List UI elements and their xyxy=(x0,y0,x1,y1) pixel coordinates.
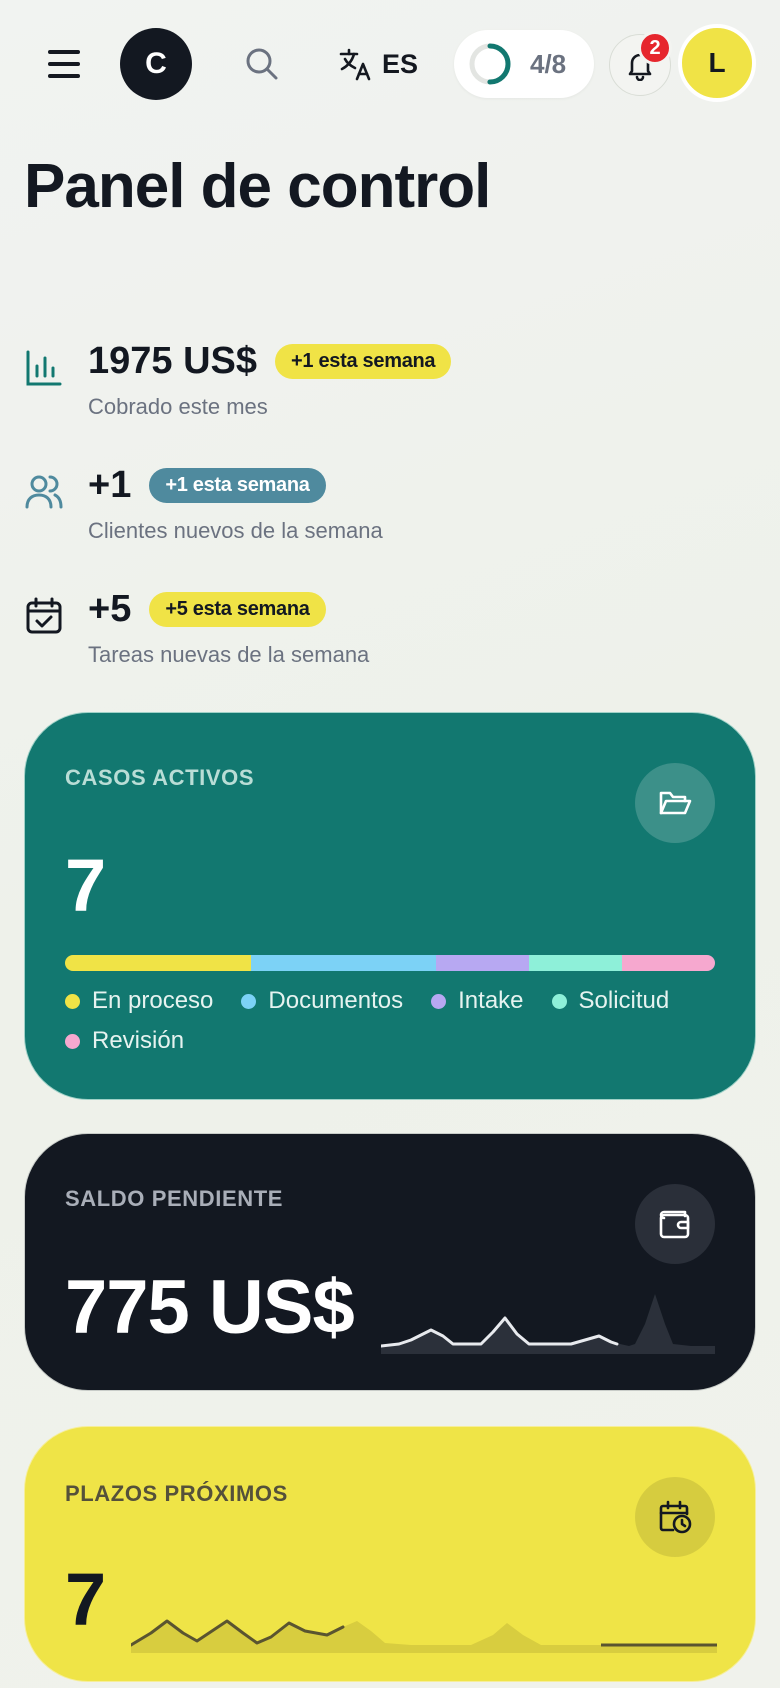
legend-item: Revisión xyxy=(65,1025,184,1057)
top-bar: C ES 4/8 2 L xyxy=(0,0,780,130)
legend-dot xyxy=(431,993,447,1009)
pending-balance-amount: 775 US$ xyxy=(65,1265,355,1350)
stat-chip: +1 esta semana xyxy=(275,344,452,379)
bar-chart-icon xyxy=(26,350,62,386)
app-logo[interactable]: C xyxy=(120,28,192,100)
stat-value: +5 +5 esta semana xyxy=(88,588,326,631)
legend-item: Intake xyxy=(431,985,524,1017)
stat-amount: 1975 US$ xyxy=(88,340,258,382)
wallet-icon xyxy=(659,1210,690,1239)
stat-value: +1 +1 esta semana xyxy=(88,464,326,507)
card-kicker: PLAZOS PRÓXIMOS xyxy=(65,1481,288,1506)
legend-item: Solicitud xyxy=(551,985,670,1017)
folder-open-icon xyxy=(659,791,692,815)
stat-label: Cobrado este mes xyxy=(88,394,268,419)
translate-icon xyxy=(339,48,371,81)
notification-badge: 2 xyxy=(638,31,672,65)
deadlines-sparkline xyxy=(131,1619,717,1653)
status-segment xyxy=(65,955,251,971)
status-legend: En proceso Documentos Intake Solicitud Revis… xyxy=(65,985,725,1057)
legend-item: En proceso xyxy=(65,985,213,1017)
legend-label: Documentos xyxy=(268,987,404,1014)
card-kicker: CASOS ACTIVOS xyxy=(65,765,255,790)
pending-balance-button[interactable] xyxy=(635,1184,715,1264)
language-switcher[interactable]: ES xyxy=(338,44,418,84)
stat-amount: +5 xyxy=(88,588,132,630)
status-segment xyxy=(622,955,715,971)
stat-amount: +1 xyxy=(88,464,132,506)
stat-chip: +5 esta semana xyxy=(149,592,326,627)
active-cases-button[interactable] xyxy=(635,763,715,843)
balance-sparkline xyxy=(381,1294,715,1354)
page-title: Panel de control xyxy=(24,152,491,221)
stat-chip: +1 esta semana xyxy=(149,468,326,503)
menu-icon[interactable] xyxy=(44,46,84,82)
legend-item: Documentos xyxy=(241,985,403,1017)
legend-dot xyxy=(65,993,80,1009)
card-kicker: SALDO PENDIENTE xyxy=(65,1186,284,1211)
progress-indicator[interactable]: 4/8 xyxy=(454,30,594,98)
deadlines-button[interactable] xyxy=(635,1477,715,1557)
stat-collected: 1975 US$ +1 esta semana Cobrado este mes xyxy=(24,340,724,430)
stat-new-tasks: +5 +5 esta semana Tareas nuevas de la se… xyxy=(24,588,724,678)
legend-dot xyxy=(65,1033,80,1049)
notifications-button[interactable]: 2 xyxy=(609,31,672,96)
language-code: ES xyxy=(382,48,419,79)
stat-value: 1975 US$ +1 esta semana xyxy=(88,340,452,383)
legend-label: Solicitud xyxy=(578,987,670,1014)
stat-label: Tareas nuevas de la semana xyxy=(88,642,370,667)
calendar-check-icon xyxy=(26,597,62,634)
stat-label: Clientes nuevos de la semana xyxy=(88,518,383,543)
users-icon xyxy=(25,475,63,509)
deadlines-count: 7 xyxy=(65,1558,107,1641)
search-icon[interactable] xyxy=(244,46,280,82)
active-cases-card[interactable]: CASOS ACTIVOS 7 En proceso Documentos Inta… xyxy=(24,712,756,1100)
upcoming-deadlines-card[interactable]: PLAZOS PRÓXIMOS 7 xyxy=(24,1426,756,1682)
user-avatar[interactable]: L xyxy=(678,24,756,102)
legend-dot xyxy=(241,993,257,1009)
calendar-clock-icon xyxy=(659,1500,692,1534)
status-segment xyxy=(250,955,437,971)
pending-balance-card[interactable]: SALDO PENDIENTE 775 US$ xyxy=(24,1133,756,1391)
status-distribution-bar xyxy=(65,955,715,971)
legend-label: Intake xyxy=(458,987,524,1014)
active-cases-count: 7 xyxy=(65,844,107,927)
status-segment xyxy=(529,955,623,971)
progress-text: 4/8 xyxy=(530,48,567,79)
legend-dot xyxy=(551,993,567,1009)
legend-label: En proceso xyxy=(92,987,214,1014)
legend-label: Revisión xyxy=(92,1027,185,1054)
stat-new-clients: +1 +1 esta semana Clientes nuevos de la … xyxy=(24,464,724,554)
status-segment xyxy=(436,955,530,971)
progress-ring xyxy=(469,43,511,85)
